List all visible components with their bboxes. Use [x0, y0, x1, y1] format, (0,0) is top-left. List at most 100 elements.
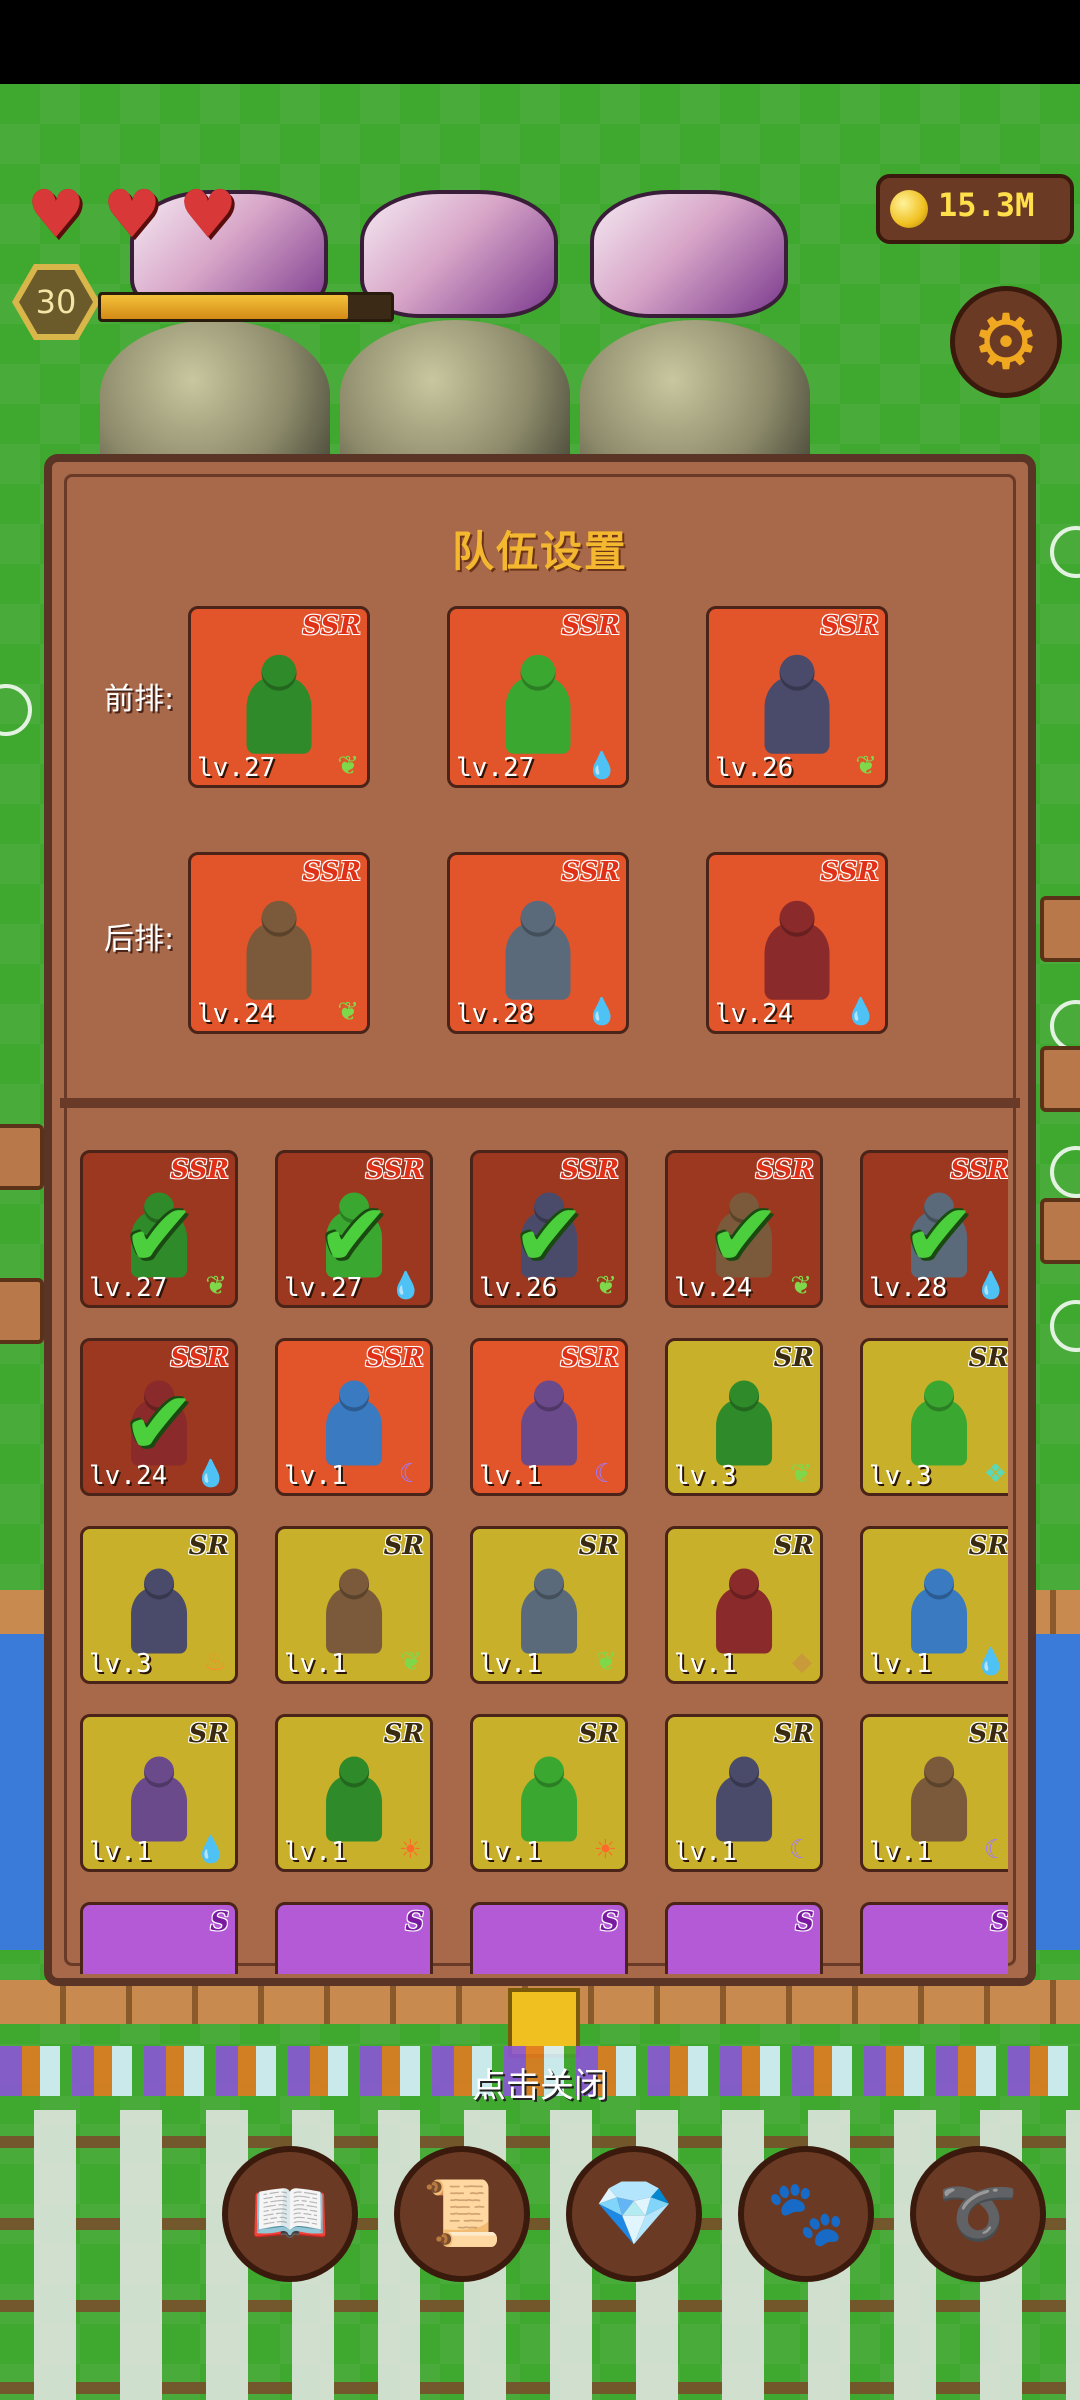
sprite-head	[728, 1568, 760, 1600]
book-icon: 📖	[250, 2177, 330, 2251]
rarity-badge: SSR	[950, 1155, 1008, 1185]
rarity-badge: SSR	[755, 1155, 814, 1185]
hero-sprite	[514, 1568, 584, 1654]
leaf-icon: ❦	[855, 751, 877, 781]
whip-button[interactable]: ➰	[910, 2146, 1046, 2282]
roster-grid[interactable]: SSR lv.27 ❦ ✔ SSR lv.27 💧 ✔ SSR lv.26 ❦ ✔ SSR lv.24 ❦ ✔…	[72, 1142, 1008, 1974]
earth-icon: ◆	[792, 1647, 812, 1677]
rock-pile	[340, 320, 570, 470]
xp-fill	[101, 295, 348, 319]
fire-icon: ♨	[203, 1647, 227, 1677]
rarity-badge: SR	[773, 1343, 814, 1373]
hero-sprite	[319, 1568, 389, 1654]
rarity-badge: SSR	[820, 611, 879, 641]
hero-level: lv.3	[674, 1461, 737, 1491]
hero-card[interactable]: SSR lv.24 ❦	[188, 852, 370, 1034]
settings-button[interactable]: ⚙	[950, 286, 1062, 398]
sprite-head	[533, 1380, 565, 1412]
crystal-rock	[590, 190, 788, 318]
hero-card[interactable]: SR lv.1 💧	[860, 1526, 1008, 1684]
hero-card[interactable]: SR lv.1 ☾	[665, 1714, 823, 1872]
rarity-badge: SR	[188, 1531, 229, 1561]
panel-divider	[60, 1098, 1020, 1108]
wind-gem-icon: ❖	[983, 1459, 1007, 1489]
heart-icon: ♥	[178, 176, 238, 253]
hero-sprite	[514, 1756, 584, 1842]
hero-card[interactable]: SSR lv.26 ❦	[706, 606, 888, 788]
water-drop-icon: 💧	[585, 751, 618, 781]
hero-card[interactable]: SSR lv.27 💧	[447, 606, 629, 788]
sprite-head	[923, 1756, 955, 1788]
coin-icon	[890, 190, 928, 228]
sprite-head	[728, 1380, 760, 1412]
hero-card[interactable]: SSR lv.1 ☾	[470, 1338, 628, 1496]
hero-card[interactable]: SR lv.3 ♨	[80, 1526, 238, 1684]
moon-icon: ☾	[788, 1835, 812, 1865]
hero-card[interactable]: SR lv.3 ❦	[665, 1338, 823, 1496]
hero-level: lv.28	[456, 999, 535, 1029]
hero-card[interactable]: S	[275, 1902, 433, 1974]
hero-card[interactable]: SSR lv.27 💧 ✔	[275, 1150, 433, 1308]
diamond-coin-button[interactable]: 💎	[566, 2146, 702, 2282]
leaf-icon: ❦	[400, 1647, 422, 1677]
hero-card[interactable]: SSR lv.28 💧 ✔	[860, 1150, 1008, 1308]
hero-card[interactable]: SSR lv.28 💧	[447, 852, 629, 1034]
water-drop-icon: 💧	[389, 1271, 422, 1301]
hero-card[interactable]: SR lv.1 ❦	[470, 1526, 628, 1684]
hero-sprite	[757, 900, 838, 1000]
hero-card[interactable]: SR lv.1 💧	[80, 1714, 238, 1872]
rock-pile	[580, 320, 810, 470]
hero-level: lv.1	[284, 1837, 347, 1867]
xp-bar	[98, 292, 394, 322]
tap-to-close-hint[interactable]: 点击关闭	[0, 2058, 1080, 2107]
water-drop-icon: 💧	[974, 1271, 1007, 1301]
book-button[interactable]: 📖	[222, 2146, 358, 2282]
coin-amount: 15.3M	[938, 186, 1035, 224]
rarity-badge: SSR	[302, 857, 361, 887]
hero-card[interactable]: SSR lv.1 ☾	[275, 1338, 433, 1496]
hero-card[interactable]: SSR lv.27 ❦	[188, 606, 370, 788]
hero-card[interactable]: SR lv.3 ❖	[860, 1338, 1008, 1496]
sprite-head	[338, 1568, 370, 1600]
selected-check-icon: ✔	[707, 1183, 781, 1287]
hero-card[interactable]: SSR lv.24 💧	[706, 852, 888, 1034]
rarity-badge: SR	[968, 1531, 1008, 1561]
hero-sprite	[124, 1568, 194, 1654]
hero-card[interactable]: SR lv.1 ☀	[275, 1714, 433, 1872]
hero-level: lv.1	[479, 1461, 542, 1491]
rarity-badge: SSR	[170, 1155, 229, 1185]
hero-card[interactable]: SR lv.1 ❦	[275, 1526, 433, 1684]
diamond-coin-icon: 💎	[594, 2177, 674, 2251]
hero-card[interactable]: S	[80, 1902, 238, 1974]
rarity-badge: SSR	[170, 1343, 229, 1373]
rarity-badge: SSR	[561, 611, 620, 641]
hero-card[interactable]: SSR lv.24 💧 ✔	[80, 1338, 238, 1496]
rarity-badge: SR	[578, 1719, 619, 1749]
leaf-icon: ❦	[337, 751, 359, 781]
moon-icon: ☾	[593, 1459, 617, 1489]
hero-card[interactable]: S	[470, 1902, 628, 1974]
rarity-badge: SSR	[561, 857, 620, 887]
hero-sprite	[709, 1568, 779, 1654]
hero-level: lv.26	[715, 753, 794, 783]
paw-icon: 🐾	[766, 2177, 846, 2251]
hero-card[interactable]: S	[665, 1902, 823, 1974]
hero-card[interactable]: SSR lv.24 ❦ ✔	[665, 1150, 823, 1308]
paw-button[interactable]: 🐾	[738, 2146, 874, 2282]
hero-card[interactable]: S	[860, 1902, 1008, 1974]
map-scroll-button[interactable]: 📜	[394, 2146, 530, 2282]
moon-icon: ☾	[983, 1835, 1007, 1865]
hero-card[interactable]: SR lv.1 ◆	[665, 1526, 823, 1684]
rarity-badge: SSR	[820, 857, 879, 887]
hero-card[interactable]: SR lv.1 ☾	[860, 1714, 1008, 1872]
rarity-badge: S	[210, 1907, 229, 1937]
hero-card[interactable]: SSR lv.26 ❦ ✔	[470, 1150, 628, 1308]
hero-card[interactable]: SSR lv.27 ❦ ✔	[80, 1150, 238, 1308]
rarity-badge: SSR	[365, 1155, 424, 1185]
front-row-label: 前排:	[104, 682, 175, 717]
chest-icon	[0, 1124, 44, 1190]
hero-card[interactable]: SR lv.1 ☀	[470, 1714, 628, 1872]
water-drop-icon: 💧	[844, 997, 877, 1027]
hero-level: lv.1	[674, 1649, 737, 1679]
hero-sprite	[239, 654, 320, 754]
